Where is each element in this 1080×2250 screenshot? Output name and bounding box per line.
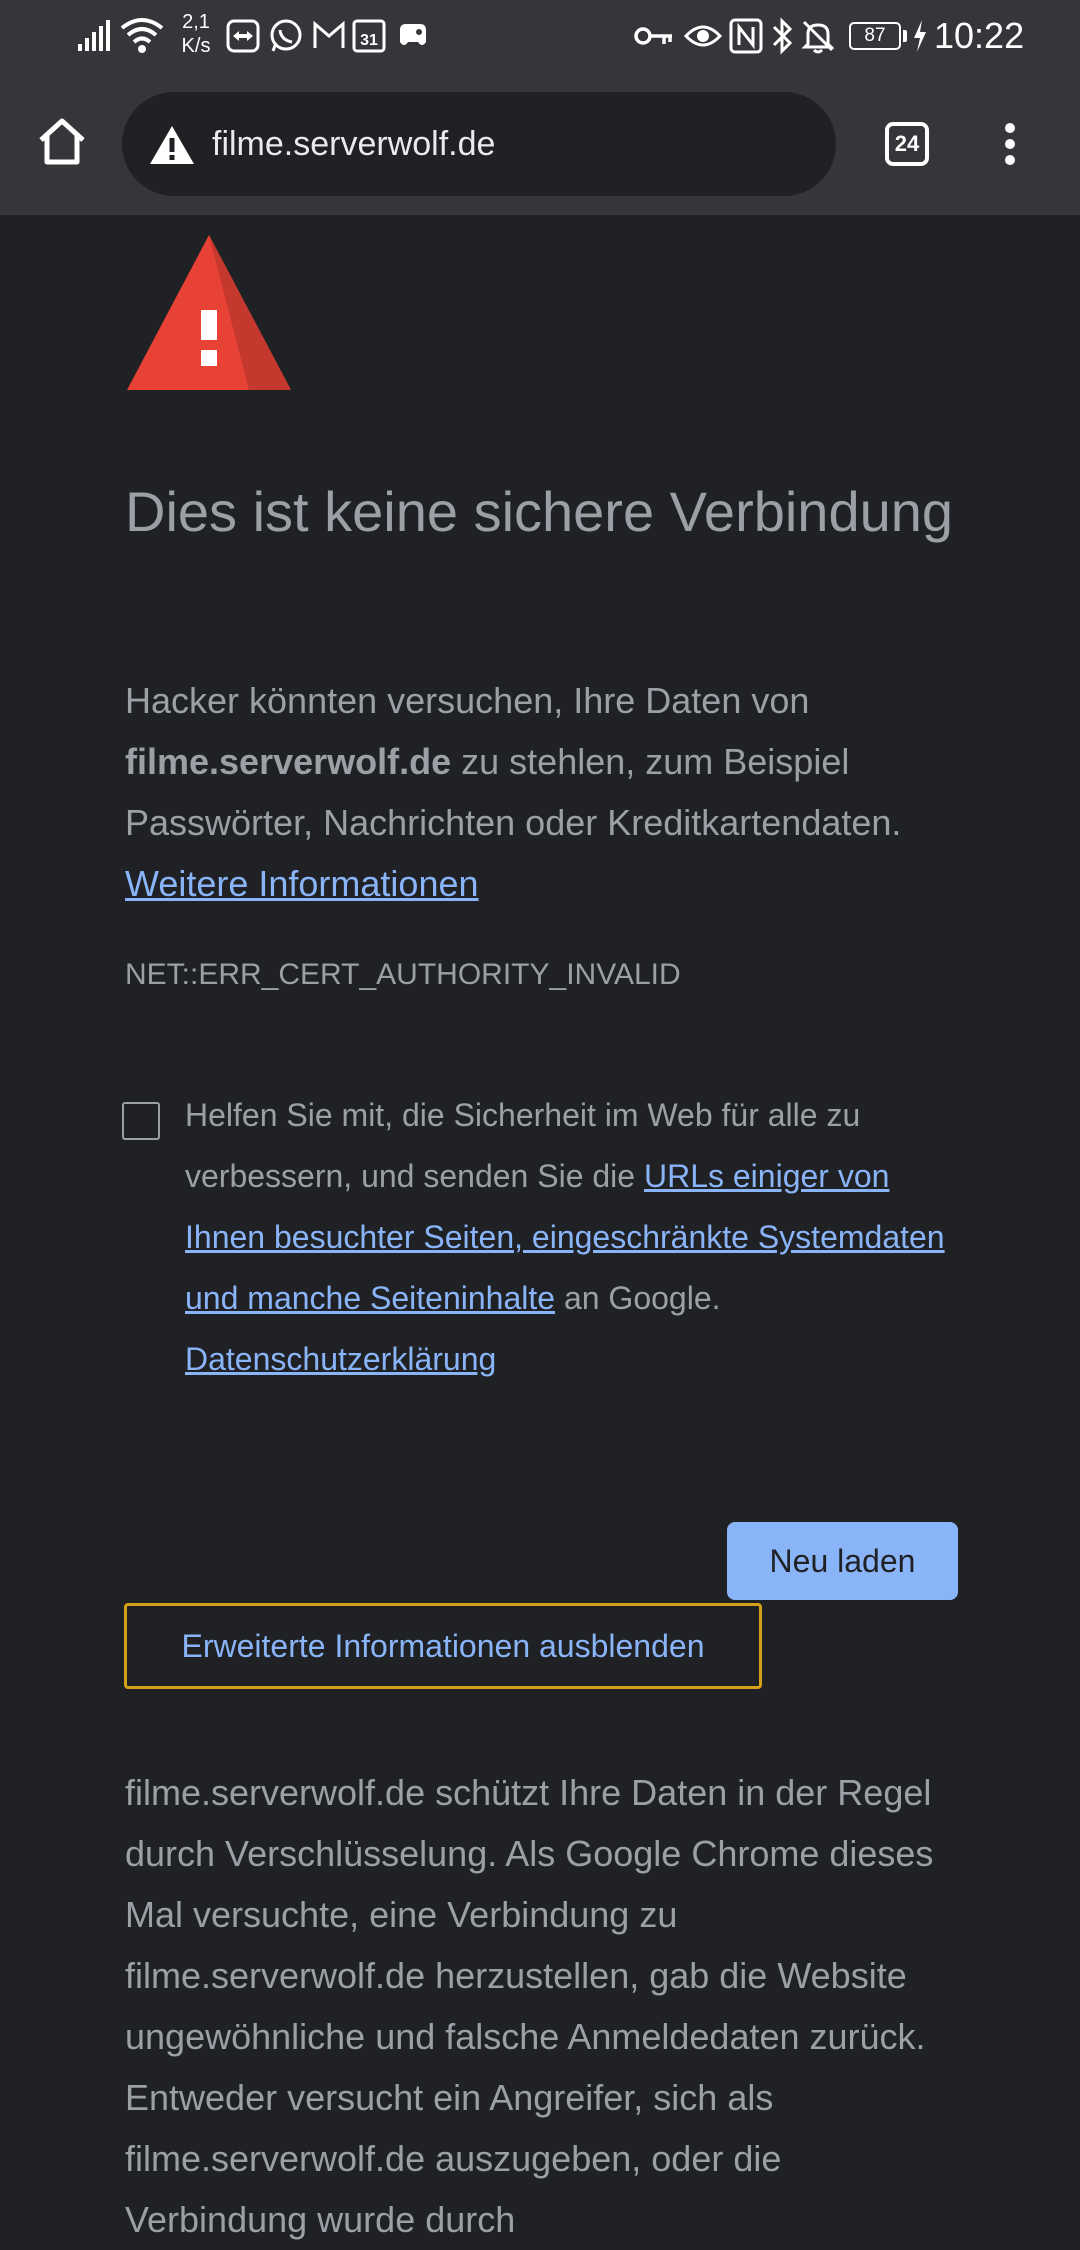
mute-icon bbox=[801, 20, 835, 54]
explanation-text-1: Hacker könnten versuchen, Ihre Daten von bbox=[125, 680, 810, 721]
clock: 10:22 bbox=[934, 15, 1025, 56]
address-bar[interactable]: filme.serverwolf.de bbox=[122, 92, 836, 196]
url-text[interactable]: filme.serverwolf.de bbox=[212, 92, 495, 196]
network-speed: 2,1 K/s bbox=[174, 10, 218, 58]
reload-button[interactable]: Neu laden bbox=[727, 1522, 958, 1600]
gmail-icon bbox=[313, 20, 345, 48]
not-secure-warning-icon[interactable] bbox=[148, 124, 196, 166]
safe-browsing-optin-checkbox[interactable] bbox=[122, 1102, 160, 1140]
learn-more-link[interactable]: Weitere Informationen bbox=[125, 863, 479, 904]
svg-text:31: 31 bbox=[360, 32, 378, 49]
page-title: Dies ist keine sichere Verbindung bbox=[125, 480, 954, 543]
game-controller-icon bbox=[400, 24, 426, 45]
eye-icon bbox=[684, 25, 722, 47]
warning-triangle-icon bbox=[127, 235, 291, 390]
status-bar: 2,1 K/s 31 87 10:22 bbox=[0, 0, 1080, 72]
battery-icon: 87 bbox=[849, 22, 901, 50]
hide-details-button[interactable]: Erweiterte Informationen ausblenden bbox=[124, 1603, 762, 1689]
tab-switcher-button[interactable]: 24 bbox=[885, 122, 929, 166]
home-icon[interactable] bbox=[36, 116, 88, 168]
optin-text-2: an Google. bbox=[555, 1280, 721, 1316]
tab-count: 24 bbox=[894, 131, 920, 156]
explanation-domain: filme.serverwolf.de bbox=[125, 741, 452, 782]
error-code: NET::ERR_CERT_AUTHORITY_INVALID bbox=[125, 958, 681, 991]
battery-cap bbox=[903, 30, 907, 42]
optin-paragraph: Helfen Sie mit, die Sicherheit im Web fü… bbox=[185, 1085, 965, 1390]
more-options-icon[interactable] bbox=[998, 120, 1022, 168]
browser-toolbar: filme.serverwolf.de 24 bbox=[0, 72, 1080, 215]
whatsapp-icon bbox=[270, 19, 302, 52]
teamviewer-icon bbox=[226, 19, 260, 53]
charging-icon bbox=[914, 20, 926, 52]
privacy-policy-link[interactable]: Datenschutzerklärung bbox=[185, 1341, 496, 1377]
wifi-icon bbox=[120, 18, 164, 53]
battery-level: 87 bbox=[864, 25, 886, 46]
security-interstitial: Dies ist keine sichere Verbindung Hacker… bbox=[0, 215, 1080, 2244]
nfc-icon bbox=[729, 18, 763, 54]
explanation-paragraph: Hacker könnten versuchen, Ihre Daten von… bbox=[125, 670, 965, 914]
details-paragraph: filme.serverwolf.de schützt Ihre Daten i… bbox=[125, 1772, 934, 2240]
network-speed-unit: K/s bbox=[181, 35, 211, 57]
bluetooth-icon bbox=[772, 17, 793, 55]
vpn-key-icon bbox=[634, 27, 672, 45]
network-speed-value: 2,1 bbox=[182, 11, 210, 33]
signal-icon bbox=[78, 20, 110, 51]
calendar-icon: 31 bbox=[352, 19, 386, 53]
